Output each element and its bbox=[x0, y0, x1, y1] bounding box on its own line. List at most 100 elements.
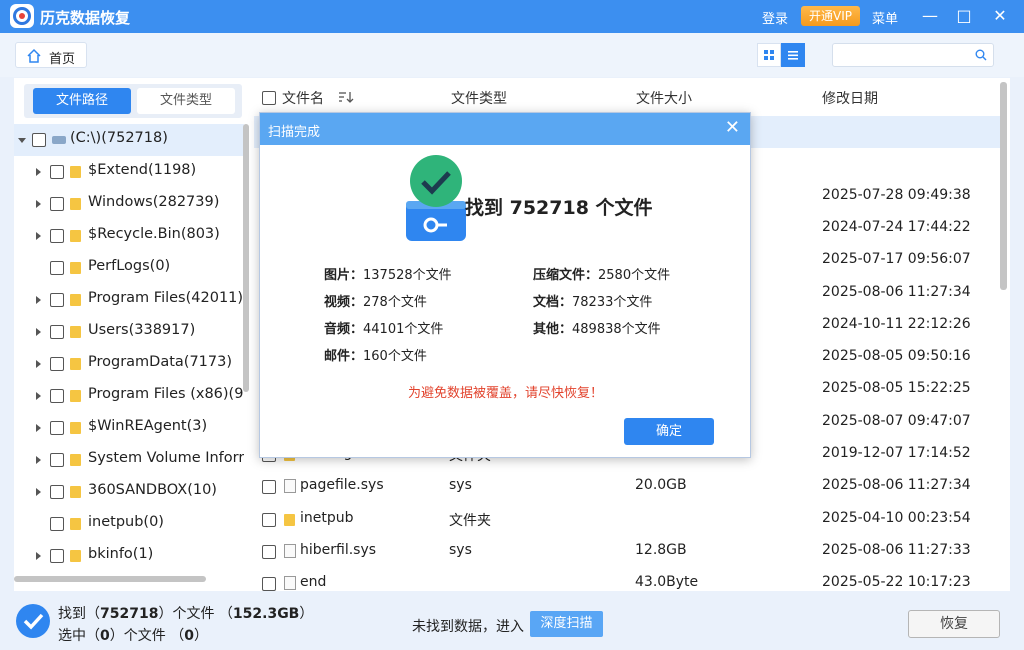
folder-icon bbox=[70, 518, 81, 530]
tree-checkbox[interactable] bbox=[50, 421, 64, 435]
tree-item[interactable]: Windows(282739) bbox=[14, 188, 244, 220]
expand-arrow-icon[interactable] bbox=[36, 296, 41, 304]
table-row[interactable]: pagefile.sys sys 20.0GB 2025-08-06 11:27:34 bbox=[254, 471, 1000, 503]
menu-button[interactable]: 菜单 bbox=[872, 8, 898, 27]
deep-scan-button[interactable]: 深度扫描 bbox=[530, 611, 603, 637]
tree-checkbox[interactable] bbox=[50, 325, 64, 339]
tree-item[interactable]: inetpub(0) bbox=[14, 508, 244, 540]
maximize-icon[interactable]: □ bbox=[952, 4, 976, 28]
dialog-close-icon[interactable]: ✕ bbox=[725, 117, 740, 138]
table-row[interactable]: end 43.0Byte 2025-05-22 10:17:23 bbox=[254, 568, 1000, 591]
tree-item[interactable]: bkinfo(1) bbox=[14, 540, 244, 570]
tree-item[interactable]: 360SANDBOX(10) bbox=[14, 476, 244, 508]
login-link[interactable]: 登录 bbox=[762, 8, 788, 27]
vip-button[interactable]: 开通VIP bbox=[801, 6, 860, 26]
folder-tree: (C:\)(752718) $Extend(1198) Windows(282739… bbox=[14, 124, 244, 570]
cell-date: 2025-04-10 00:23:54 bbox=[822, 509, 971, 526]
expand-arrow-icon[interactable] bbox=[36, 392, 41, 400]
row-checkbox[interactable] bbox=[262, 577, 276, 591]
tree-checkbox[interactable] bbox=[50, 517, 64, 531]
tree-item-label: 360SANDBOX(10) bbox=[88, 482, 217, 498]
row-checkbox[interactable] bbox=[262, 544, 276, 559]
app-logo-icon bbox=[10, 4, 34, 28]
list-view-button[interactable] bbox=[781, 43, 805, 67]
expand-arrow-icon[interactable] bbox=[36, 200, 41, 208]
search-box[interactable] bbox=[832, 43, 994, 67]
tree-item-label: $Extend(1198) bbox=[88, 162, 197, 178]
table-vertical-scrollbar[interactable] bbox=[1000, 82, 1007, 290]
tree-item[interactable]: (C:\)(752718) bbox=[14, 124, 244, 156]
tab-bar: 文件路径 文件类型 bbox=[24, 84, 242, 118]
tree-checkbox[interactable] bbox=[50, 197, 64, 211]
expand-arrow-icon[interactable] bbox=[36, 328, 41, 336]
dialog-ok-button[interactable]: 确定 bbox=[624, 418, 714, 445]
status-bar: 找到（752718）个文件 （152.3GB） 选中（0）个文件 （0） 未找到… bbox=[0, 592, 1024, 650]
expand-arrow-icon[interactable] bbox=[36, 232, 41, 240]
tree-horizontal-scrollbar[interactable] bbox=[14, 576, 206, 582]
search-input[interactable] bbox=[839, 44, 969, 66]
folder-icon bbox=[70, 358, 81, 370]
tree-item[interactable]: PerfLogs(0) bbox=[14, 252, 244, 284]
tree-checkbox[interactable] bbox=[50, 229, 64, 243]
search-icon[interactable] bbox=[975, 49, 987, 61]
found-size: 152.3GB bbox=[232, 606, 300, 622]
tree-item[interactable]: System Volume Inforr bbox=[14, 444, 244, 476]
recover-button[interactable]: 恢复 bbox=[908, 610, 1000, 638]
expand-arrow-icon[interactable] bbox=[36, 424, 41, 432]
tree-item[interactable]: Program Files(42011) bbox=[14, 284, 244, 316]
tree-item[interactable]: $Recycle.Bin(803) bbox=[14, 220, 244, 252]
cell-size: 20.0GB bbox=[635, 477, 687, 494]
cell-type: sys bbox=[449, 477, 472, 494]
tree-checkbox[interactable] bbox=[32, 133, 46, 147]
tree-checkbox[interactable] bbox=[50, 453, 64, 467]
expand-arrow-icon[interactable] bbox=[36, 168, 41, 176]
tree-item[interactable]: $WinREAgent(3) bbox=[14, 412, 244, 444]
home-button[interactable]: 首页 bbox=[15, 42, 87, 68]
expand-arrow-icon[interactable] bbox=[18, 138, 26, 143]
table-row[interactable]: inetpub 文件夹 2025-04-10 00:23:54 bbox=[254, 504, 1000, 536]
tree-checkbox[interactable] bbox=[50, 357, 64, 371]
folder-icon bbox=[70, 486, 81, 498]
column-header-type[interactable]: 文件类型 bbox=[451, 88, 507, 108]
cell-date: 2025-08-06 11:27:34 bbox=[822, 283, 971, 300]
expand-arrow-icon[interactable] bbox=[36, 360, 41, 368]
tree-checkbox[interactable] bbox=[50, 389, 64, 403]
row-checkbox[interactable] bbox=[262, 480, 276, 495]
close-icon[interactable]: ✕ bbox=[988, 4, 1012, 28]
tab-file-type[interactable]: 文件类型 bbox=[137, 88, 235, 114]
tree-checkbox[interactable] bbox=[50, 261, 64, 275]
tree-item[interactable]: Program Files (x86)(9 bbox=[14, 380, 244, 412]
folder-icon bbox=[284, 513, 295, 526]
cell-name: inetpub bbox=[300, 509, 354, 526]
tree-vertical-scrollbar[interactable] bbox=[243, 124, 249, 392]
tree-checkbox[interactable] bbox=[50, 165, 64, 179]
sort-icon[interactable] bbox=[338, 90, 354, 104]
folder-icon bbox=[70, 294, 81, 306]
column-header-name[interactable]: 文件名 bbox=[282, 88, 324, 108]
tree-item-label: $WinREAgent(3) bbox=[88, 418, 208, 434]
tree-checkbox[interactable] bbox=[50, 485, 64, 499]
column-header-size[interactable]: 文件大小 bbox=[636, 88, 692, 108]
tree-checkbox[interactable] bbox=[50, 293, 64, 307]
tree-item[interactable]: $Extend(1198) bbox=[14, 156, 244, 188]
expand-arrow-icon[interactable] bbox=[36, 488, 41, 496]
table-row[interactable]: hiberfil.sys sys 12.8GB 2025-08-06 11:27:33 bbox=[254, 536, 1000, 568]
expand-arrow-icon[interactable] bbox=[36, 552, 41, 560]
row-checkbox[interactable] bbox=[262, 512, 276, 527]
cell-date: 2025-08-05 09:50:16 bbox=[822, 348, 971, 365]
dialog-stat: 其他：489838个文件 bbox=[533, 322, 661, 337]
cell-date: 2019-12-07 17:14:52 bbox=[822, 445, 971, 461]
select-all-checkbox[interactable] bbox=[262, 91, 276, 105]
cell-date: 2024-07-24 17:44:22 bbox=[822, 218, 971, 235]
scan-complete-dialog: 扫描完成 ✕ 找到 752718 个文件 图片：137528个文件 视频：278个… bbox=[259, 112, 751, 458]
tree-item[interactable]: ProgramData(7173) bbox=[14, 348, 244, 380]
expand-arrow-icon[interactable] bbox=[36, 456, 41, 464]
column-header-date[interactable]: 修改日期 bbox=[822, 88, 878, 108]
folder-icon bbox=[70, 390, 81, 402]
tree-checkbox[interactable] bbox=[50, 549, 64, 563]
minimize-icon[interactable]: — bbox=[918, 4, 942, 28]
tree-item[interactable]: Users(338917) bbox=[14, 316, 244, 348]
cell-size: 43.0Byte bbox=[635, 574, 699, 591]
tab-file-path[interactable]: 文件路径 bbox=[33, 88, 131, 114]
grid-view-button[interactable] bbox=[757, 43, 781, 67]
